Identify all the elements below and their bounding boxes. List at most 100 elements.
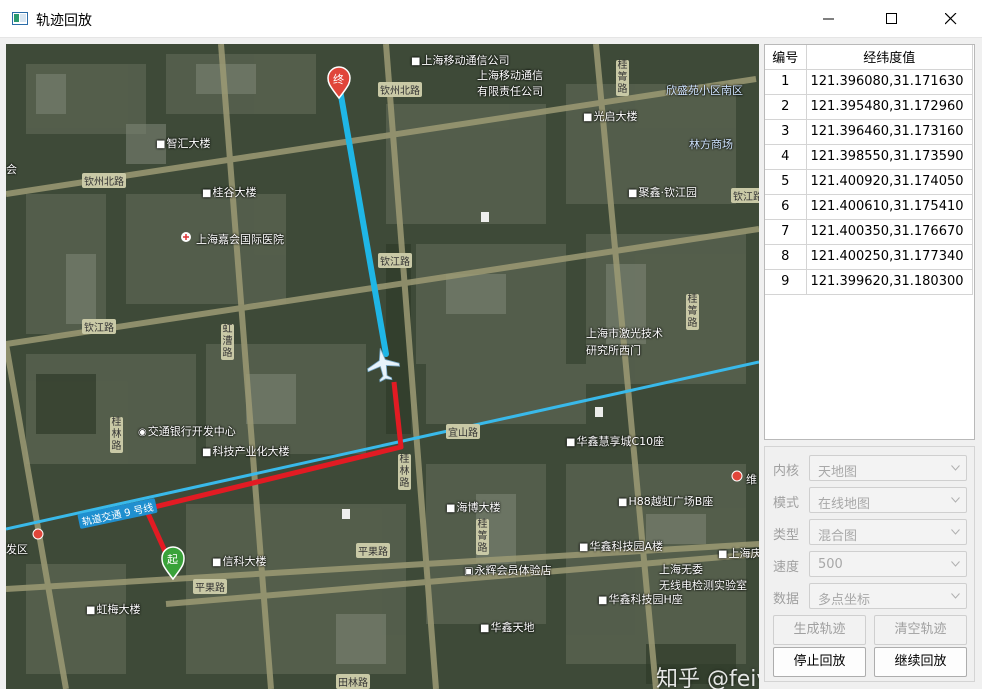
chevron-down-icon <box>951 497 960 503</box>
map-label: 上海无委 <box>659 563 703 576</box>
table-row[interactable]: 9 121.399620,31.180300 <box>765 269 973 295</box>
row-index: 3 <box>765 119 807 145</box>
mode-select[interactable]: 在线地图 <box>809 487 967 513</box>
road-label: 虹漕路 <box>221 324 234 360</box>
road-label: 宜山路 <box>446 424 480 439</box>
map-label: ■桂谷大楼 <box>202 186 257 199</box>
map-label: ■华鑫科技园A楼 <box>579 540 663 553</box>
minimize-icon <box>823 18 834 20</box>
map-label: 会 <box>6 163 17 176</box>
kernel-select[interactable]: 天地图 <box>809 455 967 481</box>
row-coordinate: 121.396080,31.171630 <box>806 69 973 95</box>
row-index: 9 <box>765 269 807 295</box>
speed-select[interactable]: 500 <box>809 551 967 577</box>
map-label: 发区 <box>6 543 28 556</box>
kernel-label: 内核 <box>773 464 800 479</box>
map-label: 研究所西门 <box>586 344 641 357</box>
map-label: ■华鑫慧享城C10座 <box>566 435 665 448</box>
map-label: ■上海庆 <box>718 547 759 560</box>
road-label: 平果路 <box>356 543 390 558</box>
table-row[interactable]: 6 121.400610,31.175410 <box>765 194 973 220</box>
row-index: 8 <box>765 244 807 270</box>
map-label: 有限责任公司 <box>477 85 543 98</box>
type-select[interactable]: 混合图 <box>809 519 967 545</box>
row-coordinate: 121.396460,31.173160 <box>806 119 973 145</box>
row-coordinate: 121.395480,31.172960 <box>806 94 973 120</box>
map-label: ■科技产业化大楼 <box>202 445 290 458</box>
speed-label: 速度 <box>773 560 800 575</box>
table-row[interactable]: 8 121.400250,31.177340 <box>765 244 973 270</box>
road-label: 钦江路 <box>731 188 759 203</box>
type-row: 类型 混合图 <box>773 519 973 545</box>
control-panel: 内核 天地图 模式 在线地图 类型 混合图 速度 500 数据 多点坐标 生成轨 <box>764 446 975 682</box>
coordinate-table: 编号 经纬度值 1 121.396080,31.171630 2 121.39548… <box>765 45 973 295</box>
resume-playback-button[interactable]: 继续回放 <box>874 647 967 677</box>
table-row[interactable]: 5 121.400920,31.174050 <box>765 169 973 195</box>
map-label: ■聚鑫·钦江园 <box>628 186 697 199</box>
minimize-button[interactable] <box>806 0 852 38</box>
map-label: ■海博大楼 <box>446 501 501 514</box>
close-button[interactable] <box>928 0 974 38</box>
chevron-down-icon <box>951 529 960 535</box>
row-index: 1 <box>765 69 807 95</box>
kernel-row: 内核 天地图 <box>773 455 973 481</box>
mode-row: 模式 在线地图 <box>773 487 973 513</box>
end-marker-label: 终 <box>333 73 344 86</box>
table-row[interactable]: 2 121.395480,31.172960 <box>765 94 973 120</box>
row-index: 6 <box>765 194 807 220</box>
table-row[interactable]: 3 121.396460,31.173160 <box>765 119 973 145</box>
map-label: 维 <box>746 473 757 486</box>
road-label: 平果路 <box>193 579 227 594</box>
maximize-button[interactable] <box>869 0 915 38</box>
row-coordinate: 121.398550,31.173590 <box>806 144 973 170</box>
map-view[interactable]: 终 起 ■上海移动通信公司 上海移动通信 有限责任公司 欣盛苑小区南区 ■光启大… <box>6 44 759 689</box>
road-label: 桂箐路 <box>686 294 699 330</box>
row-coordinate: 121.399620,31.180300 <box>806 269 973 295</box>
row-index: 2 <box>765 94 807 120</box>
mode-label: 模式 <box>773 496 800 511</box>
row-index: 4 <box>765 144 807 170</box>
row-index: 7 <box>765 219 807 245</box>
map-label: 林方商场 <box>689 138 733 151</box>
road-label: 钦江路 <box>82 319 116 334</box>
map-label: 上海嘉会国际医院 <box>196 233 284 246</box>
map-label: ■光启大楼 <box>583 110 638 123</box>
map-label: ■H88越虹广场B座 <box>618 495 714 508</box>
table-row[interactable]: 7 121.400350,31.176670 <box>765 219 973 245</box>
chevron-down-icon <box>951 593 960 599</box>
map-label: 上海市激光技术 <box>586 327 663 340</box>
watermark: 知乎 @feiyangqingyun <box>656 667 759 689</box>
speed-row: 速度 500 <box>773 551 973 577</box>
column-header-coordinates[interactable]: 经纬度值 <box>806 45 973 70</box>
column-header-index[interactable]: 编号 <box>765 45 807 70</box>
title-bar: 轨迹回放 <box>0 0 982 38</box>
road-label: 田林路 <box>336 674 370 689</box>
row-coordinate: 121.400920,31.174050 <box>806 169 973 195</box>
row-coordinate: 121.400250,31.177340 <box>806 244 973 270</box>
clear-track-button[interactable]: 清空轨迹 <box>874 615 967 645</box>
data-select[interactable]: 多点坐标 <box>809 583 967 609</box>
map-label: ■华鑫科技园H座 <box>598 593 683 606</box>
road-label: 桂林路 <box>398 454 411 490</box>
stop-playback-button[interactable]: 停止回放 <box>773 647 866 677</box>
map-label: ▣永辉会员体验店 <box>464 564 552 577</box>
map-label: 欣盛苑小区南区 <box>666 84 743 97</box>
window-title: 轨迹回放 <box>36 13 92 29</box>
row-coordinate: 121.400610,31.175410 <box>806 194 973 220</box>
road-label: 钦州北路 <box>378 82 422 97</box>
chevron-down-icon <box>951 465 960 471</box>
table-row[interactable]: 4 121.398550,31.173590 <box>765 144 973 170</box>
road-label: 桂箐路 <box>616 60 629 96</box>
map-label: 上海移动通信 <box>477 69 543 82</box>
chevron-down-icon <box>951 561 960 567</box>
maximize-icon <box>886 13 897 24</box>
map-label: ■虹梅大楼 <box>86 603 141 616</box>
map-label: ■上海移动通信公司 <box>411 54 510 67</box>
map-label: ■智汇大楼 <box>156 137 211 150</box>
app-icon <box>12 12 28 25</box>
generate-track-button[interactable]: 生成轨迹 <box>773 615 866 645</box>
row-coordinate: 121.400350,31.176670 <box>806 219 973 245</box>
table-row[interactable]: 1 121.396080,31.171630 <box>765 69 973 95</box>
road-label: 钦州北路 <box>82 173 126 188</box>
row-index: 5 <box>765 169 807 195</box>
